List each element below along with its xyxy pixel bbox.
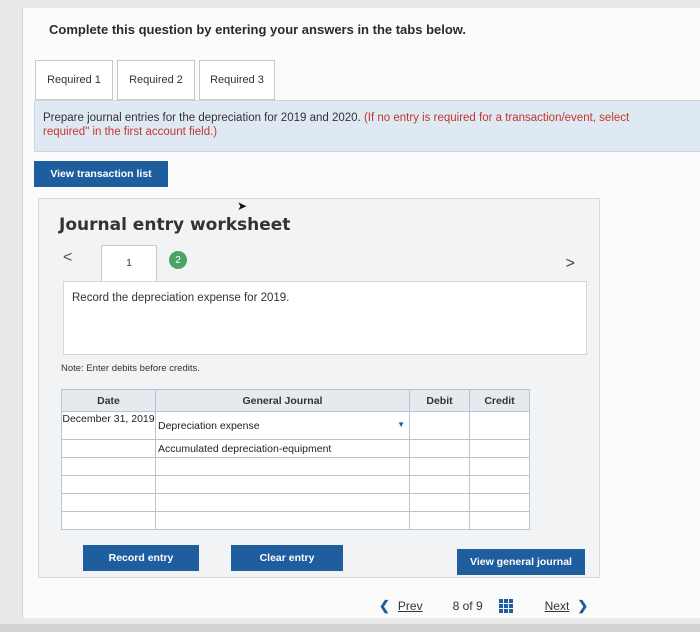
debit-input[interactable] — [409, 493, 470, 512]
credit-input[interactable] — [469, 493, 530, 512]
account-select[interactable] — [155, 457, 410, 476]
tab-required-2[interactable]: Required 2 — [117, 60, 195, 100]
prev-label: Prev — [397, 599, 423, 613]
account-value: Depreciation expense — [158, 419, 260, 432]
prompt-main: Prepare journal entries for the deprecia… — [43, 112, 361, 124]
account-select[interactable]: Depreciation expense ▼ — [155, 411, 410, 440]
view-general-journal-button[interactable]: View general journal — [457, 549, 585, 575]
credit-input[interactable] — [469, 475, 530, 494]
debit-input[interactable] — [409, 511, 470, 530]
grid-icon[interactable] — [498, 599, 513, 613]
prompt-note-red: (If no entry is required for a transacti… — [363, 112, 630, 124]
debit-input[interactable] — [409, 411, 470, 440]
next-label: Next — [544, 599, 570, 613]
pagination-footer: ❮ Prev 8 of 9 Next ❯ — [379, 598, 588, 614]
prev-entry-chevron-icon[interactable]: < — [63, 249, 72, 267]
next-entry-chevron-icon[interactable]: > — [566, 255, 575, 273]
next-question-link[interactable]: Next ❯ — [545, 598, 589, 614]
tab-required-1[interactable]: Required 1 — [35, 60, 113, 100]
account-select[interactable] — [155, 475, 410, 494]
debit-input[interactable] — [409, 439, 470, 458]
entry-page-2[interactable]: 2 — [169, 251, 187, 269]
header-debit: Debit — [409, 389, 470, 412]
prev-question-link[interactable]: ❮ Prev — [379, 598, 423, 614]
credit-input[interactable] — [469, 411, 530, 440]
table-row — [61, 475, 530, 494]
header-general-journal: General Journal — [155, 389, 410, 412]
question-counter: 8 of 9 — [452, 599, 483, 613]
prompt-note-red-2: required" in the first account field.) — [43, 126, 218, 138]
table-row — [61, 457, 530, 476]
debits-note: Note: Enter debits before credits. — [61, 363, 200, 374]
date-cell[interactable] — [61, 511, 156, 530]
prompt-box: Prepare journal entries for the deprecia… — [34, 100, 700, 152]
bottom-bar — [0, 624, 700, 632]
debit-input[interactable] — [409, 457, 470, 476]
question-panel: Complete this question by entering your … — [22, 8, 700, 618]
header-date: Date — [61, 389, 156, 412]
entry-page-1[interactable]: 1 — [101, 245, 157, 281]
account-select[interactable] — [155, 511, 410, 530]
record-instruction-text: Record the depreciation expense for 2019… — [72, 292, 290, 304]
table-row — [61, 493, 530, 512]
table-row — [61, 511, 530, 530]
account-select[interactable]: Accumulated depreciation-equipment — [155, 439, 410, 458]
header-credit: Credit — [469, 389, 530, 412]
tab-required-3[interactable]: Required 3 — [199, 60, 275, 100]
record-instruction-box: Record the depreciation expense for 2019… — [63, 281, 587, 355]
chevron-right-icon: ❯ — [577, 598, 589, 613]
worksheet-title: Journal entry worksheet — [59, 215, 291, 235]
date-cell[interactable] — [61, 439, 156, 458]
instruction-text: Complete this question by entering your … — [49, 22, 467, 37]
date-cell[interactable] — [61, 493, 156, 512]
view-transaction-list-button[interactable]: View transaction list — [34, 161, 168, 187]
date-cell[interactable] — [61, 475, 156, 494]
clear-entry-button[interactable]: Clear entry — [231, 545, 343, 571]
record-entry-button[interactable]: Record entry — [83, 545, 199, 571]
credit-input[interactable] — [469, 439, 530, 458]
mouse-cursor-icon: ➤ — [237, 199, 248, 213]
chevron-left-icon: ❮ — [379, 598, 390, 613]
account-select[interactable] — [155, 493, 410, 512]
debit-input[interactable] — [409, 475, 470, 494]
journal-entry-worksheet: ➤ Journal entry worksheet < 1 2 > Record… — [38, 198, 600, 578]
date-cell[interactable]: December 31, 2019 — [61, 411, 156, 440]
required-tabs: Required 1 Required 2 Required 3 — [35, 60, 275, 100]
table-row: Accumulated depreciation-equipment — [61, 439, 530, 458]
journal-table: Date General Journal Debit Credit Decemb… — [61, 389, 530, 530]
credit-input[interactable] — [469, 511, 530, 530]
table-row: December 31, 2019 Depreciation expense ▼ — [61, 411, 530, 440]
credit-input[interactable] — [469, 457, 530, 476]
date-cell[interactable] — [61, 457, 156, 476]
dropdown-arrow-icon[interactable]: ▼ — [397, 420, 405, 429]
